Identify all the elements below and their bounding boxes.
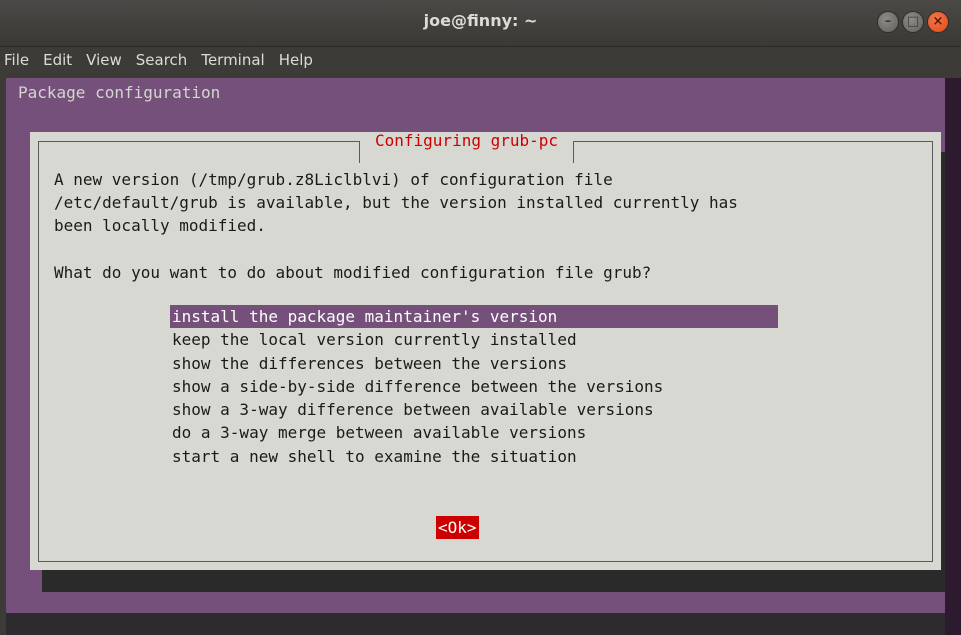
close-icon[interactable]: × xyxy=(927,11,949,33)
dialog-title-text: Configuring grub-pc xyxy=(375,131,559,150)
maximize-icon[interactable]: □ xyxy=(902,11,924,33)
option-side-by-side-difference[interactable]: show a side-by-side difference between t… xyxy=(170,375,778,398)
menu-terminal[interactable]: Terminal xyxy=(201,47,264,74)
window-title: joe@finny: ~ xyxy=(423,11,538,30)
menu-help[interactable]: Help xyxy=(279,47,313,74)
question-text: What do you want to do about modified co… xyxy=(54,263,652,282)
option-show-differences[interactable]: show the differences between the version… xyxy=(170,352,778,375)
option-3way-merge[interactable]: do a 3-way merge between available versi… xyxy=(170,421,778,444)
menu-edit[interactable]: Edit xyxy=(43,47,72,74)
minimize-icon[interactable]: – xyxy=(877,11,899,33)
terminal-background: Package configuration Configuring grub-p… xyxy=(6,78,945,613)
option-start-new-shell[interactable]: start a new shell to examine the situati… xyxy=(170,445,778,468)
menu-bar: File Edit View Search Terminal Help xyxy=(0,47,961,74)
ok-button[interactable]: <Ok> xyxy=(436,516,479,539)
menu-file[interactable]: File xyxy=(4,47,29,74)
menu-view[interactable]: View xyxy=(86,47,122,74)
grub-config-dialog: Configuring grub-pc A new version (/tmp/… xyxy=(30,131,941,570)
terminal-area[interactable]: Package configuration Configuring grub-p… xyxy=(0,74,961,635)
description-line-3: been locally modified. xyxy=(54,216,266,235)
title-bar[interactable]: joe@finny: ~ – □ × xyxy=(0,0,961,47)
description-line-2: /etc/default/grub is available, but the … xyxy=(54,193,738,212)
terminal-bottom-strip xyxy=(6,613,945,635)
option-keep-local-version[interactable]: keep the local version currently install… xyxy=(170,328,778,351)
terminal-window: joe@finny: ~ – □ × File Edit View Search… xyxy=(0,0,961,635)
dialog-title: Configuring grub-pc xyxy=(359,131,575,163)
description-line-1: A new version (/tmp/grub.z8Liclblvi) of … xyxy=(54,170,613,189)
scrollbar-strip[interactable] xyxy=(945,78,961,635)
menu-search[interactable]: Search xyxy=(136,47,188,74)
option-install-maintainer-version[interactable]: install the package maintainer's version xyxy=(170,305,778,329)
option-3way-difference[interactable]: show a 3-way difference between availabl… xyxy=(170,398,778,421)
package-configuration-header: Package configuration xyxy=(18,83,221,102)
options-list: install the package maintainer's version… xyxy=(170,305,778,468)
